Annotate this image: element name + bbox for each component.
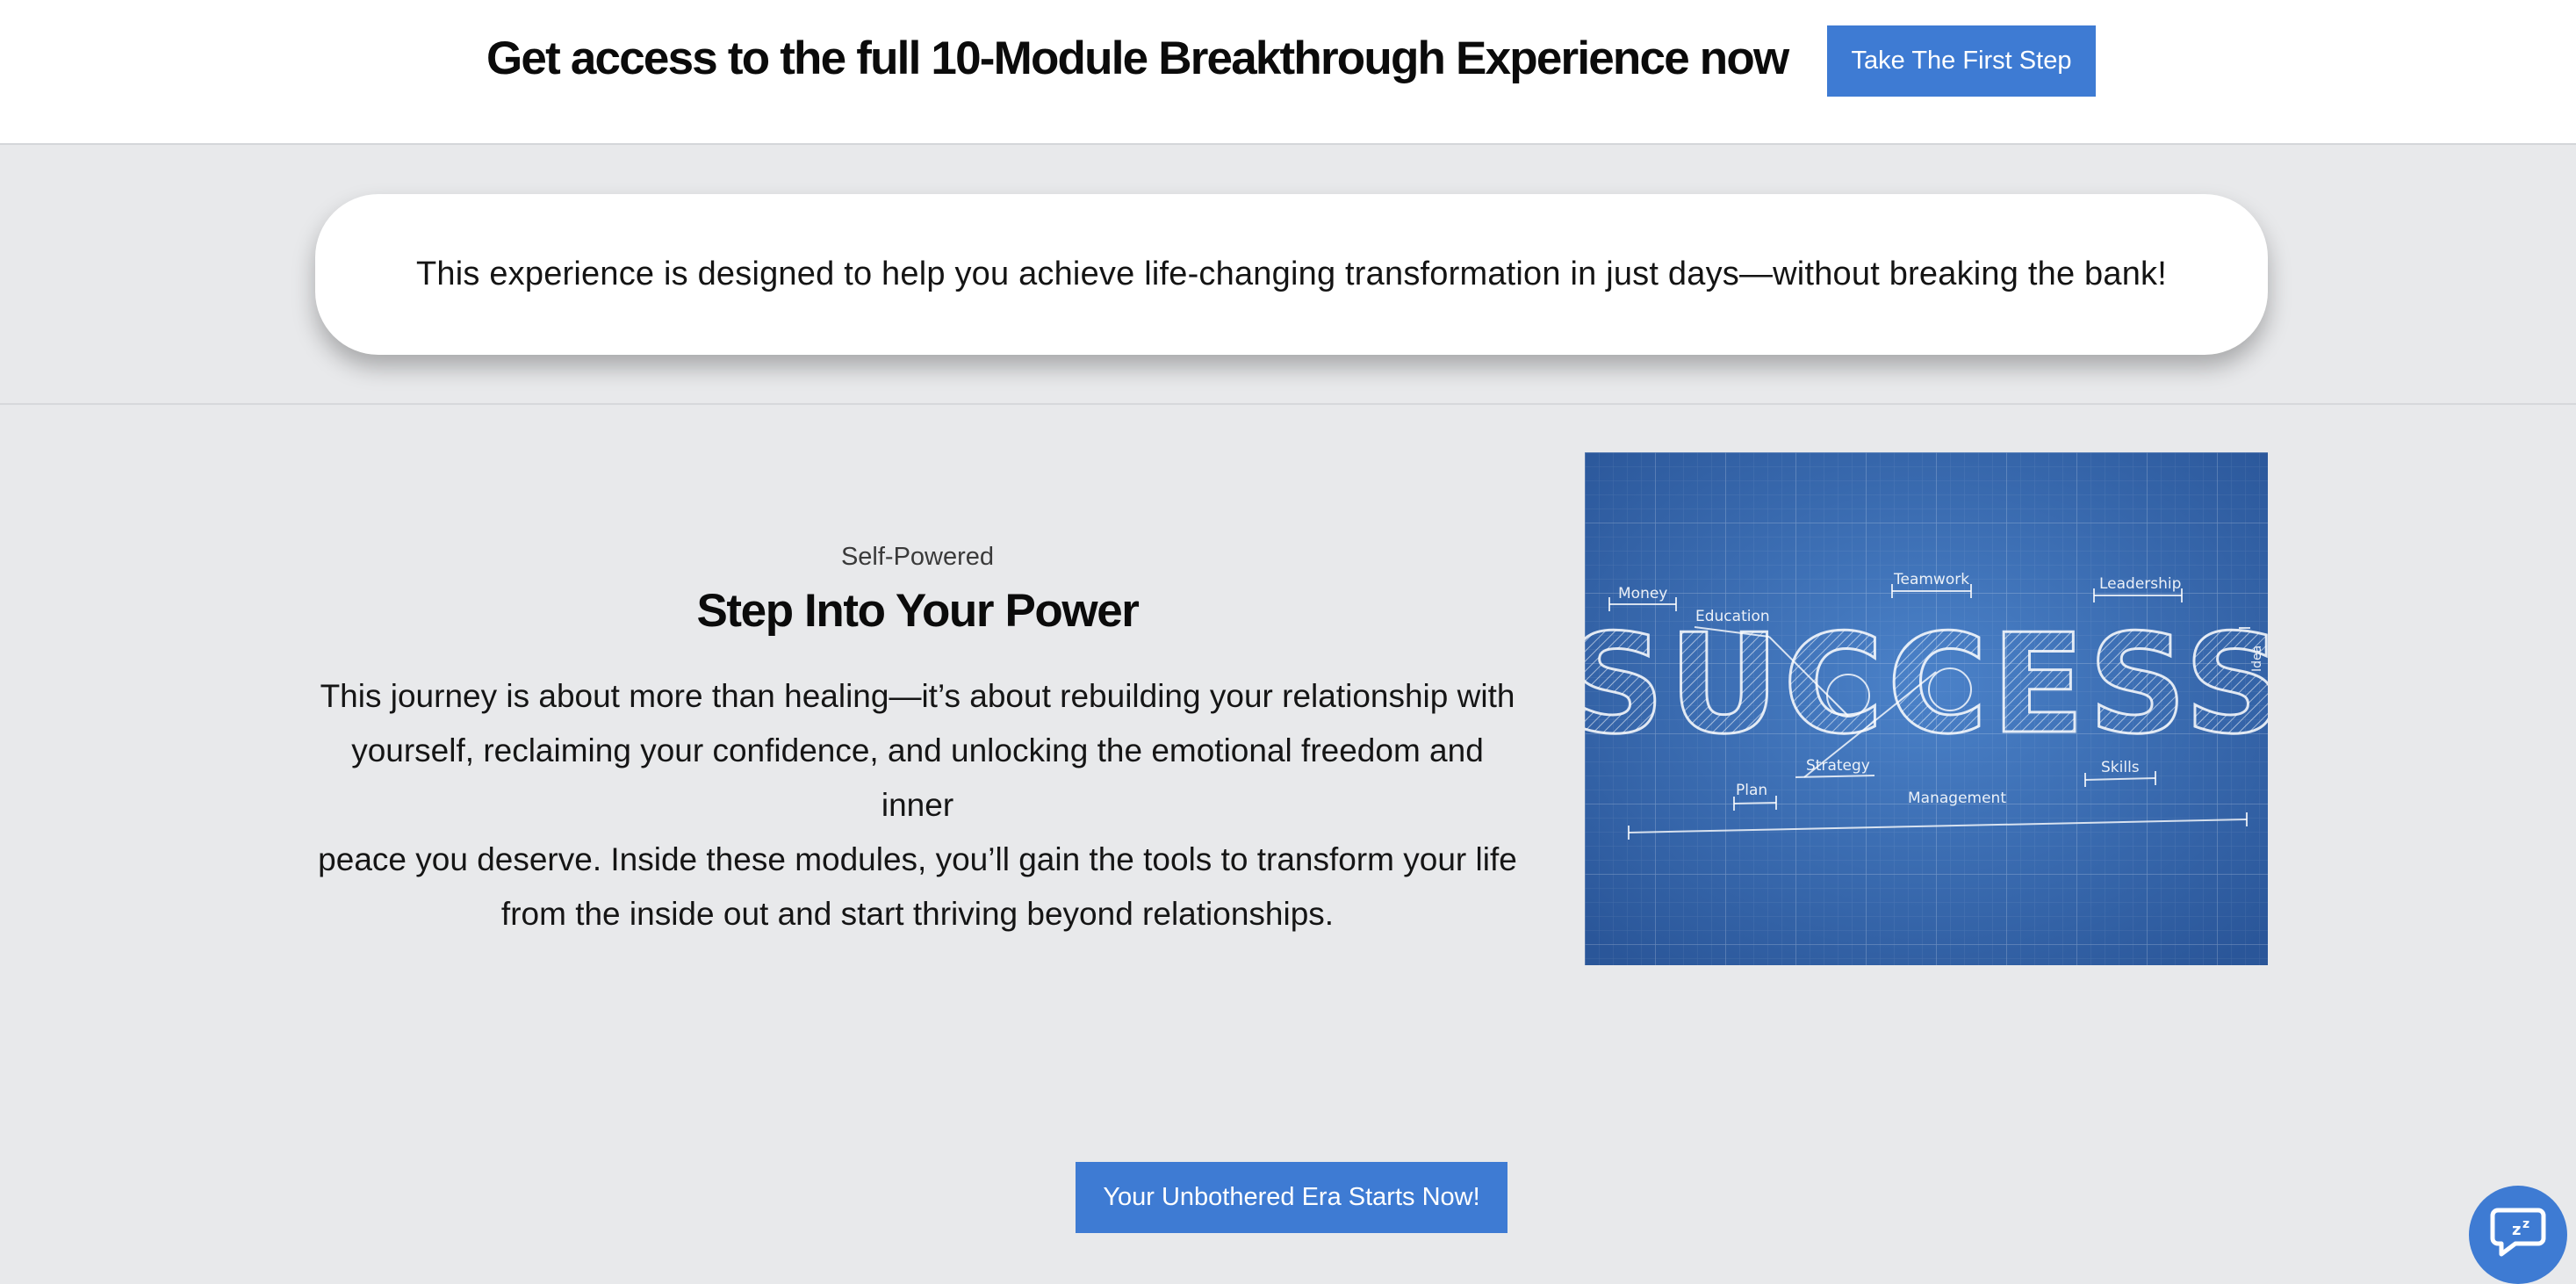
feature-body-line: from the inside out and start thriving b… xyxy=(500,896,1335,932)
unbothered-era-cta-button[interactable]: Your Unbothered Era Starts Now! xyxy=(1076,1162,1507,1233)
svg-text:z: z xyxy=(2512,1221,2521,1239)
feature-body-line: peace you deserve. Inside these modules,… xyxy=(318,841,1517,877)
blueprint-label-management: Management xyxy=(1908,790,2006,807)
blueprint-word: SUCCESS xyxy=(1585,604,2268,764)
section-divider xyxy=(0,403,2576,405)
feature-body-line: yourself, reclaiming your confidence, an… xyxy=(351,732,1484,823)
blueprint-label-plan: Plan xyxy=(1736,782,1767,799)
chat-widget-button[interactable]: z z xyxy=(2469,1186,2567,1284)
blueprint-label-strategy: Strategy xyxy=(1806,757,1870,775)
take-first-step-button[interactable]: Take The First Step xyxy=(1827,25,2096,97)
blueprint-label-leadership: Leadership xyxy=(2099,575,2181,593)
chat-bubble-icon: z z xyxy=(2490,1208,2546,1257)
banner-text: This experience is designed to help you … xyxy=(415,256,2167,292)
banner-pill: This experience is designed to help you … xyxy=(315,194,2268,355)
svg-text:z: z xyxy=(2522,1217,2529,1231)
blueprint-label-skills: Skills xyxy=(2101,759,2140,776)
blueprint-label-teamwork: Teamwork xyxy=(1893,571,1969,588)
success-blueprint-image: SUCCESS Money Education Teamwork Leaders… xyxy=(1585,452,2268,965)
blueprint-label-money: Money xyxy=(1618,585,1667,602)
feature-heading: Step Into Your Power xyxy=(696,585,1139,637)
feature-eyebrow: Self-Powered xyxy=(840,543,995,571)
feature-text-column: Self-Powered Step Into Your Power This j… xyxy=(315,537,1520,941)
feature-body-line: This journey is about more than healing—… xyxy=(320,678,1515,714)
top-sticky-bar: Get access to the full 10-Module Breakth… xyxy=(0,0,2576,145)
blueprint-label-idea: Idea xyxy=(2250,646,2264,672)
topbar-title: Get access to the full 10-Module Breakth… xyxy=(486,32,1789,84)
feature-body: This journey is about more than healing—… xyxy=(315,669,1520,941)
blueprint-label-education: Education xyxy=(1695,608,1770,625)
